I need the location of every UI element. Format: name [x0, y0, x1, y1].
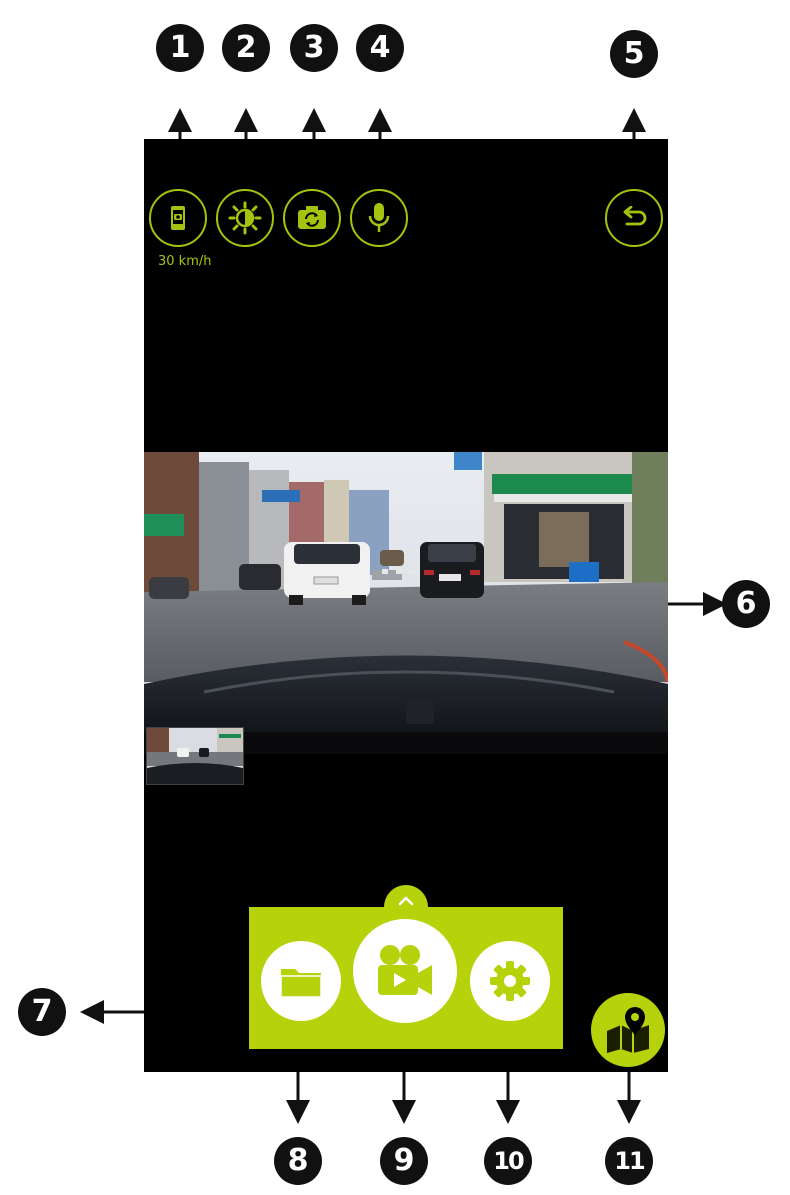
- brightness-icon: [228, 201, 262, 235]
- road-scene-image: [144, 452, 668, 754]
- folder-icon: [280, 969, 322, 998]
- live-video-view[interactable]: [144, 452, 668, 754]
- callout-8: 8: [274, 1137, 322, 1185]
- display-mode-button[interactable]: [149, 189, 207, 247]
- record-button[interactable]: [353, 919, 457, 1023]
- callout-10: 10: [484, 1137, 532, 1185]
- back-button[interactable]: [605, 189, 663, 247]
- phone-camera-icon: [171, 206, 185, 230]
- thumbnail-image: [147, 728, 243, 784]
- back-arrow-icon: [623, 206, 647, 226]
- camera-switch-icon: [298, 206, 326, 229]
- app-screen: 30 km/h: [144, 139, 668, 1072]
- callout-5: 5: [610, 30, 658, 78]
- map-button[interactable]: [591, 993, 665, 1067]
- brightness-button[interactable]: [216, 189, 274, 247]
- settings-button[interactable]: [470, 941, 550, 1021]
- video-camera-icon: [378, 945, 432, 995]
- callout-9: 9: [380, 1137, 428, 1185]
- speed-readout: 30 km/h: [158, 254, 212, 269]
- gear-icon: [490, 961, 530, 1001]
- callout-3: 3: [290, 24, 338, 72]
- control-menu-panel: [249, 907, 563, 1049]
- map-pin-icon: [607, 1007, 649, 1053]
- files-button[interactable]: [261, 941, 341, 1021]
- switch-camera-button[interactable]: [283, 189, 341, 247]
- chevron-up-icon: [398, 896, 414, 906]
- callout-2: 2: [222, 24, 270, 72]
- callout-1: 1: [156, 24, 204, 72]
- camera-thumbnail[interactable]: [146, 727, 244, 785]
- callout-6: 6: [722, 580, 770, 628]
- microphone-button[interactable]: [350, 189, 408, 247]
- microphone-icon: [368, 203, 390, 232]
- callout-7: 7: [18, 988, 66, 1036]
- callout-4: 4: [356, 24, 404, 72]
- callout-11: 11: [605, 1137, 653, 1185]
